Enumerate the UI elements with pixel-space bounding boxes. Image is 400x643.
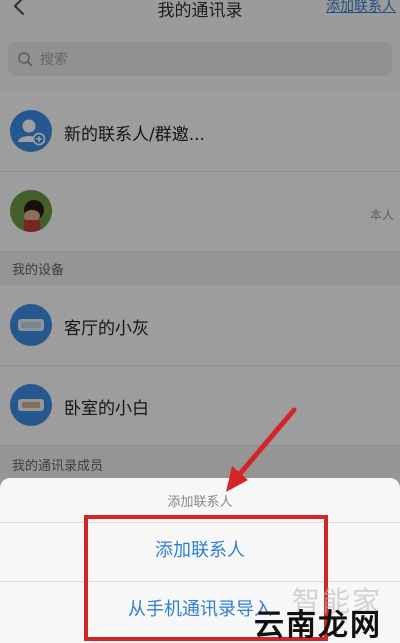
action-sheet-title: 添加联系人 [167,495,233,510]
watermark: 云南龙网 [254,608,382,643]
